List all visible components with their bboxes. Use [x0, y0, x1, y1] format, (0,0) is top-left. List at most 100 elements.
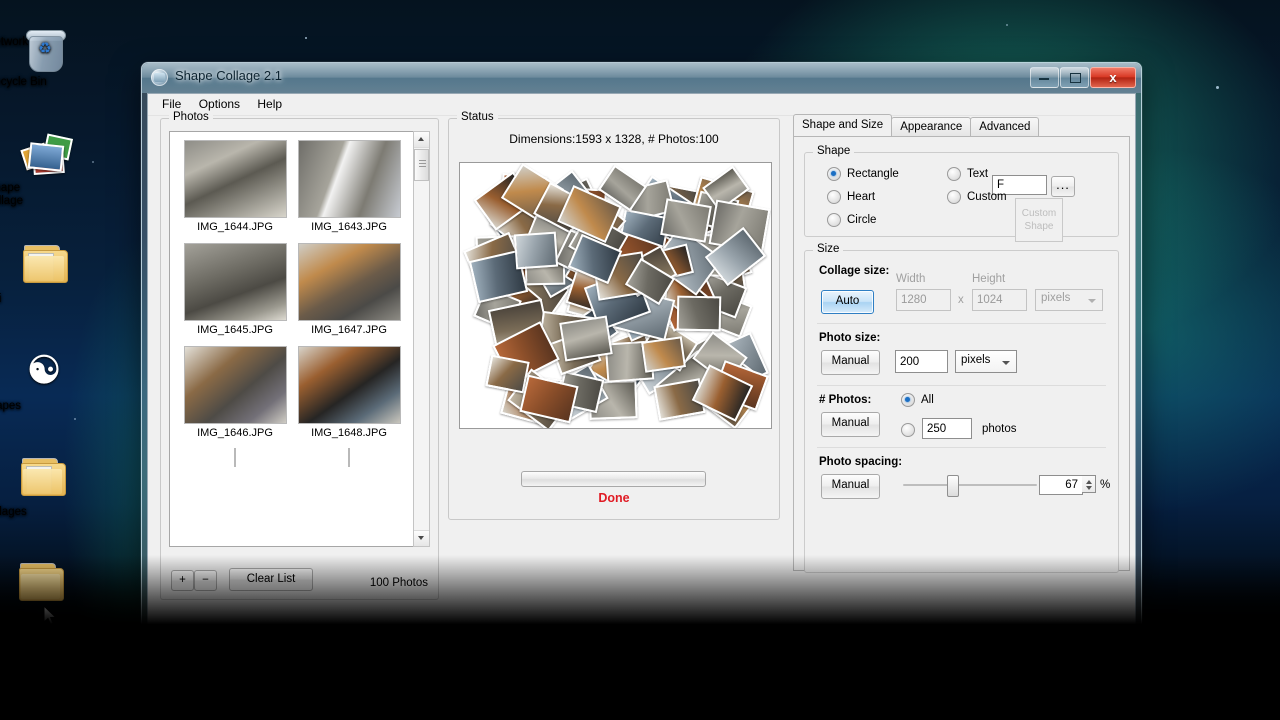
- collage-units-dropdown[interactable]: pixels: [1035, 289, 1103, 311]
- preview-button[interactable]: Preview: [672, 647, 746, 671]
- desktop-icon-recycle-bin[interactable]: ♻ Recycle Bin: [0, 28, 66, 88]
- photo-size-input[interactable]: [895, 350, 948, 373]
- photo-spacing-slider[interactable]: [903, 475, 1037, 497]
- restore-to-default-button[interactable]: Restore to Default: [1047, 679, 1173, 703]
- list-item[interactable]: IMG_1643.JPG: [292, 140, 406, 233]
- collage-height-input[interactable]: [972, 289, 1027, 311]
- mouse-cursor: [44, 606, 57, 626]
- desktop-icon-collages[interactable]: Collages: [0, 458, 66, 518]
- list-item[interactable]: IMG_1644.JPG: [178, 140, 292, 233]
- maximize-button[interactable]: [1060, 67, 1089, 88]
- photo-thumbnail: [297, 346, 401, 424]
- dimensions-label: Dimensions:1593 x 1328, # Photos:100: [509, 132, 719, 146]
- desktop-icon-label: Collages: [0, 506, 27, 518]
- radio-icon: [827, 167, 841, 181]
- radio-icon: [827, 213, 841, 227]
- list-item[interactable]: IMG_1648.JPG: [292, 346, 406, 439]
- num-photos-mode-button[interactable]: Manual: [821, 412, 880, 437]
- shape-group: Shape Rectangle Heart Circle Text F ... …: [804, 145, 1119, 242]
- photo-count-input[interactable]: [922, 418, 972, 439]
- spacing-spinner[interactable]: [1082, 475, 1096, 493]
- slider-thumb[interactable]: [947, 475, 959, 497]
- photo-size-units-dropdown[interactable]: pixels: [955, 350, 1017, 373]
- photo-size-mode-button[interactable]: Manual: [821, 350, 880, 375]
- menu-bar: File Options Help: [148, 94, 1135, 116]
- desktop-icon-label: Recycle Bin: [0, 76, 47, 88]
- list-item[interactable]: IMG_1646.JPG: [178, 346, 292, 439]
- collage-preview[interactable]: [459, 162, 772, 429]
- menu-options[interactable]: Options: [192, 96, 247, 112]
- collage-units-value: pixels: [1041, 292, 1071, 304]
- spinner-down-icon[interactable]: [1086, 486, 1092, 490]
- radio-label: Rectangle: [847, 168, 899, 180]
- radio-icon: [947, 167, 961, 181]
- add-photos-button[interactable]: +: [171, 570, 194, 591]
- photo-thumbnail: [183, 346, 287, 424]
- custom-shape-preview[interactable]: Custom Shape: [1015, 198, 1063, 242]
- radio-photo-count[interactable]: [901, 423, 915, 437]
- photo-caption: IMG_1644.JPG: [197, 221, 273, 233]
- photo-spacing-mode-button[interactable]: Manual: [821, 474, 880, 499]
- shape-collage-icon: [0, 133, 74, 180]
- recycle-bin-icon: ♻: [0, 28, 66, 74]
- photo-list-scrollbar[interactable]: [413, 131, 430, 547]
- radio-heart[interactable]: Heart: [827, 190, 875, 204]
- radio-label: Heart: [847, 191, 876, 203]
- window-title: Shape Collage 2.1: [175, 68, 282, 83]
- radio-all-photos[interactable]: All: [901, 393, 934, 407]
- radio-text[interactable]: Text: [947, 167, 988, 181]
- photos-group-title: Photos: [169, 111, 213, 123]
- create-button[interactable]: Create: [785, 646, 865, 672]
- collage-size-mode-button[interactable]: Auto: [821, 290, 874, 314]
- photo-thumbnail: [297, 243, 401, 321]
- remove-photos-button[interactable]: −: [194, 570, 217, 591]
- scrollbar-thumb[interactable]: [414, 149, 429, 181]
- desktop-icon-tiki[interactable]: Tiki: [0, 245, 68, 305]
- photo-thumbnail: [348, 448, 350, 467]
- collage-width-input[interactable]: [896, 289, 951, 311]
- minimize-button[interactable]: [1030, 67, 1059, 88]
- divider: [817, 323, 1106, 324]
- width-label: Width: [896, 273, 926, 285]
- desktop-icon-label: Shapes: [0, 400, 22, 412]
- collage-size-label: Collage size:: [819, 265, 890, 277]
- list-item[interactable]: [178, 448, 292, 467]
- tab-shape-and-size[interactable]: Shape and Size: [793, 114, 893, 136]
- watch-animation-label: Watch layout animation: [696, 684, 816, 697]
- radio-rectangle[interactable]: Rectangle: [827, 167, 899, 181]
- photo-list[interactable]: IMG_1644.JPG IMG_1643.JPG IMG_1645.JPG I…: [169, 131, 416, 547]
- desktop-icon-shapes[interactable]: ☯ Shapes: [0, 352, 61, 412]
- watch-animation-checkbox[interactable]: Watch layout animation: [676, 683, 815, 698]
- status-text: Done: [598, 491, 630, 505]
- photo-thumbnail: [234, 448, 236, 467]
- radio-icon: [901, 423, 915, 437]
- photo-spacing-input[interactable]: [1039, 475, 1083, 495]
- browse-text-button[interactable]: ...: [1051, 176, 1075, 197]
- tab-advanced[interactable]: Advanced: [970, 117, 1040, 136]
- menu-file[interactable]: File: [155, 96, 188, 112]
- photo-spacing-label: Photo spacing:: [819, 456, 903, 468]
- photo-units-value: pixels: [961, 354, 991, 366]
- scroll-down-arrow[interactable]: [414, 530, 429, 546]
- status-group: Status Dimensions:1593 x 1328, # Photos:…: [448, 111, 780, 520]
- settings-panel: Shape and Size Appearance Advanced Shape…: [793, 114, 1130, 573]
- list-item[interactable]: [292, 448, 406, 467]
- scroll-up-arrow[interactable]: [414, 132, 429, 148]
- list-item[interactable]: IMG_1645.JPG: [178, 243, 292, 336]
- close-button[interactable]: x: [1090, 67, 1136, 88]
- tab-appearance[interactable]: Appearance: [891, 117, 972, 136]
- clear-list-button[interactable]: Clear List: [229, 568, 313, 591]
- menu-help[interactable]: Help: [250, 96, 289, 112]
- photo-caption: IMG_1643.JPG: [311, 221, 387, 233]
- desktop-icon-shape-collage[interactable]: Shape Collage: [0, 133, 74, 207]
- radio-label: All: [921, 394, 934, 406]
- spinner-up-icon[interactable]: [1086, 480, 1092, 484]
- radio-circle[interactable]: Circle: [827, 213, 876, 227]
- radio-custom[interactable]: Custom: [947, 190, 1007, 204]
- chevron-down-icon: [1088, 299, 1096, 303]
- desktop-icon-collage-jpg[interactable]: collage.jpg: [0, 563, 64, 623]
- list-item[interactable]: IMG_1647.JPG: [292, 243, 406, 336]
- settings-tab-panel: Shape Rectangle Heart Circle Text F ... …: [793, 136, 1130, 573]
- window-titlebar[interactable]: Shape Collage 2.1 x: [142, 63, 1141, 93]
- progress-bar: [521, 471, 706, 487]
